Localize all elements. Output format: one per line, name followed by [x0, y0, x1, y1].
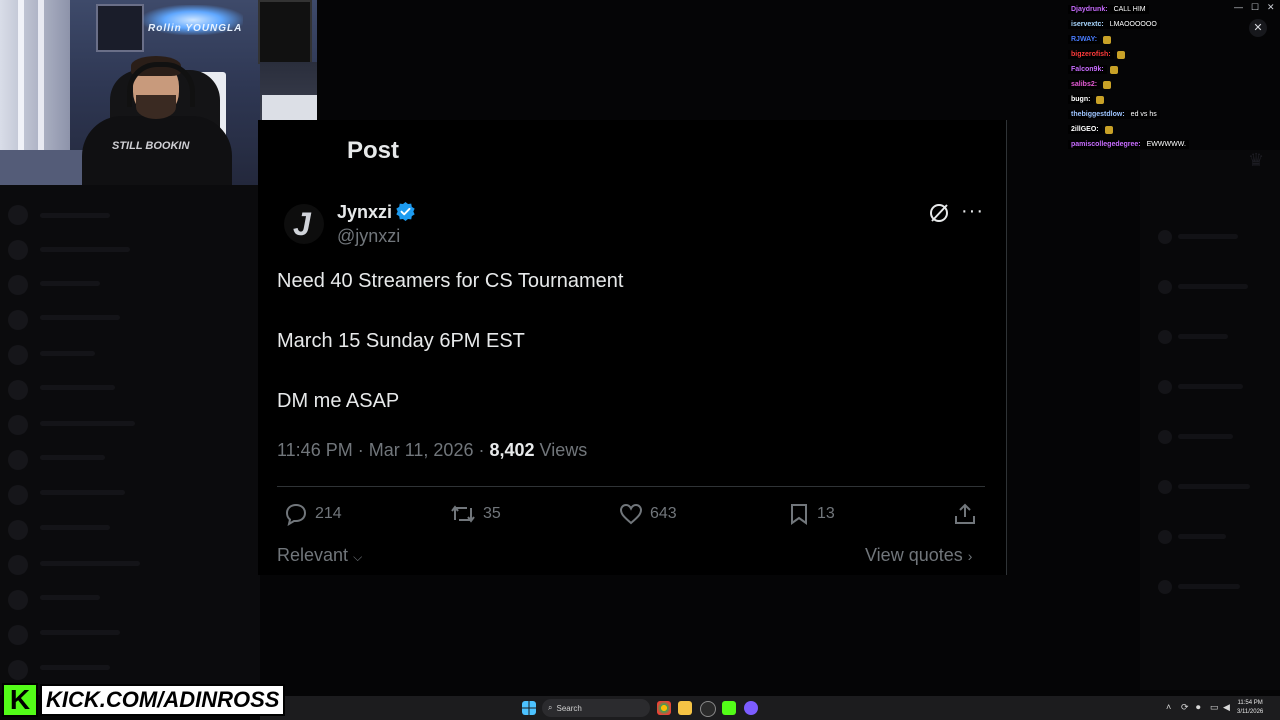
divider	[277, 486, 985, 487]
chat-message: iservextc: LMAOOOOOO	[1068, 17, 1268, 32]
background-app-member-list	[1140, 150, 1280, 690]
taskbar-search[interactable]: ⌕ Search	[542, 699, 650, 717]
view-quotes-link[interactable]: View quotes ›	[865, 545, 972, 566]
kick-app-icon[interactable]	[722, 701, 736, 715]
emote-icon	[1103, 80, 1112, 89]
search-icon: ⌕	[548, 703, 553, 712]
share-icon	[955, 503, 975, 524]
tray-volume-icon[interactable]: ◀	[1223, 702, 1230, 713]
repost-count: 35	[483, 505, 501, 522]
chat-username[interactable]: Djaydrunk:	[1068, 5, 1111, 14]
chat-text: LMAOOOOOO	[1106, 20, 1160, 29]
discord-icon[interactable]	[744, 701, 758, 715]
post-date[interactable]: Mar 11, 2026	[369, 440, 474, 460]
windows-start-icon[interactable]	[522, 701, 536, 715]
author-handle[interactable]: @jynxzi	[337, 226, 400, 247]
post-text-line-1: Need 40 Streamers for CS Tournament	[277, 270, 624, 292]
background-app-sidebar	[0, 185, 260, 695]
chat-username[interactable]: bugn:	[1068, 95, 1094, 104]
clock-time: 11:54 PM	[1237, 700, 1263, 706]
chat-text: CALL HIM	[1110, 5, 1149, 14]
chat-username[interactable]: thebiggestdlow:	[1068, 110, 1128, 119]
taskbar: ⌕ Search ˄ ⟳ ⏺ ▭ ◀ 11:54 PM 3/11/2026	[260, 696, 1280, 720]
neon-sign-text: Rollin YOUNGLA	[148, 23, 243, 34]
author-name[interactable]: Jynxzi	[337, 202, 392, 223]
chat-message: RJWAY:	[1068, 32, 1268, 47]
folder-icon[interactable]	[678, 701, 692, 715]
chat-username[interactable]: 2illGEO:	[1068, 125, 1102, 134]
grok-icon[interactable]	[928, 202, 950, 224]
bookmark-count: 13	[817, 505, 835, 522]
app-icon[interactable]	[700, 701, 716, 717]
view-quotes-label: View quotes	[865, 545, 963, 565]
repost-icon	[451, 505, 475, 523]
chat-username[interactable]: Falcon9k:	[1068, 65, 1107, 74]
emote-icon	[1096, 95, 1105, 104]
chat-message: bugn:	[1068, 92, 1268, 107]
reply-icon	[285, 503, 307, 526]
emote-icon	[1109, 65, 1118, 74]
shirt-text: STILL BOOKIN	[112, 140, 190, 152]
post-text-line-2: March 15 Sunday 6PM EST	[277, 330, 525, 352]
chat-username[interactable]: iservextc:	[1068, 20, 1107, 29]
like-button[interactable]: 643	[618, 502, 677, 526]
clock-date: 3/11/2026	[1237, 709, 1264, 715]
chat-message: 2illGEO:	[1068, 122, 1268, 137]
bookmark-button[interactable]: 13	[787, 502, 835, 526]
reply-count: 214	[315, 505, 342, 522]
maximize-icon[interactable]: ☐	[1251, 2, 1259, 13]
kick-url: KICK.COM/ADINROSS	[40, 684, 286, 716]
chat-text: EWWWWW.	[1143, 140, 1189, 149]
emote-icon	[1103, 35, 1112, 44]
repost-button[interactable]: 35	[449, 502, 501, 526]
post-text-line-3: DM me ASAP	[277, 390, 400, 412]
chat-message: salibs2:	[1068, 77, 1268, 92]
chat-username[interactable]: salibs2:	[1068, 80, 1101, 89]
close-icon[interactable]: ✕	[1249, 19, 1267, 37]
like-count: 643	[650, 505, 677, 522]
tray-network-icon[interactable]: ▭	[1210, 702, 1219, 713]
chat-message: pamiscollegedegree: EWWWWW.	[1068, 137, 1268, 152]
chevron-right-icon: ›	[967, 548, 973, 564]
post-time[interactable]: 11:46 PM	[277, 440, 353, 460]
tray-sync-icon[interactable]: ⟳	[1181, 702, 1189, 713]
share-button[interactable]	[952, 502, 984, 526]
reply-sort-dropdown[interactable]: Relevant ⌵	[277, 545, 362, 566]
post-metadata: 11:46 PM · Mar 11, 2026 · 8,402 Views	[277, 440, 588, 460]
chat-message: bigzerofish:	[1068, 47, 1268, 62]
window-close-icon[interactable]: ✕	[1267, 2, 1275, 13]
relevant-label: Relevant	[277, 545, 349, 565]
views-count: 8,402	[489, 440, 535, 460]
tray-chevron-icon[interactable]: ˄	[1166, 702, 1171, 712]
kick-branding: K KICK.COM/ADINROSS	[2, 683, 286, 717]
bookmark-icon	[791, 504, 807, 525]
chat-text: ed vs hs	[1127, 110, 1160, 119]
minimize-icon[interactable]: —	[1234, 2, 1243, 12]
chat-message: thebiggestdlow: ed vs hs	[1068, 107, 1268, 122]
chat-username[interactable]: bigzerofish:	[1068, 50, 1114, 59]
emote-icon	[1116, 50, 1125, 59]
page-title: Post	[347, 137, 400, 164]
chat-username[interactable]: RJWAY:	[1068, 35, 1101, 44]
avatar-logo: J	[293, 206, 311, 242]
verified-badge-icon	[396, 201, 415, 222]
chat-overlay: Djaydrunk: CALL HIM iservextc: LMAOOOOOO RJW…	[1068, 2, 1268, 152]
post-panel: Post J Jynxzi @jynxzi ··· Need 40 Stream…	[258, 120, 1007, 575]
chat-message: Falcon9k:	[1068, 62, 1268, 77]
search-label: Search	[556, 703, 582, 713]
more-icon[interactable]: ···	[961, 200, 984, 223]
tray-mic-icon[interactable]: ⏺	[1196, 702, 1201, 713]
chrome-icon[interactable]	[657, 701, 671, 715]
chat-username[interactable]: pamiscollegedegree:	[1068, 140, 1144, 149]
views-label: Views	[539, 440, 588, 460]
like-icon	[619, 503, 643, 525]
chevron-down-icon: ⌵	[353, 550, 363, 564]
emote-icon	[1104, 125, 1113, 134]
crown-icon: ♛	[1248, 150, 1265, 170]
kick-logo: K	[2, 683, 38, 717]
taskbar-clock[interactable]: 11:54 PM 3/11/2026	[1237, 699, 1263, 717]
reply-button[interactable]: 214	[283, 502, 342, 526]
